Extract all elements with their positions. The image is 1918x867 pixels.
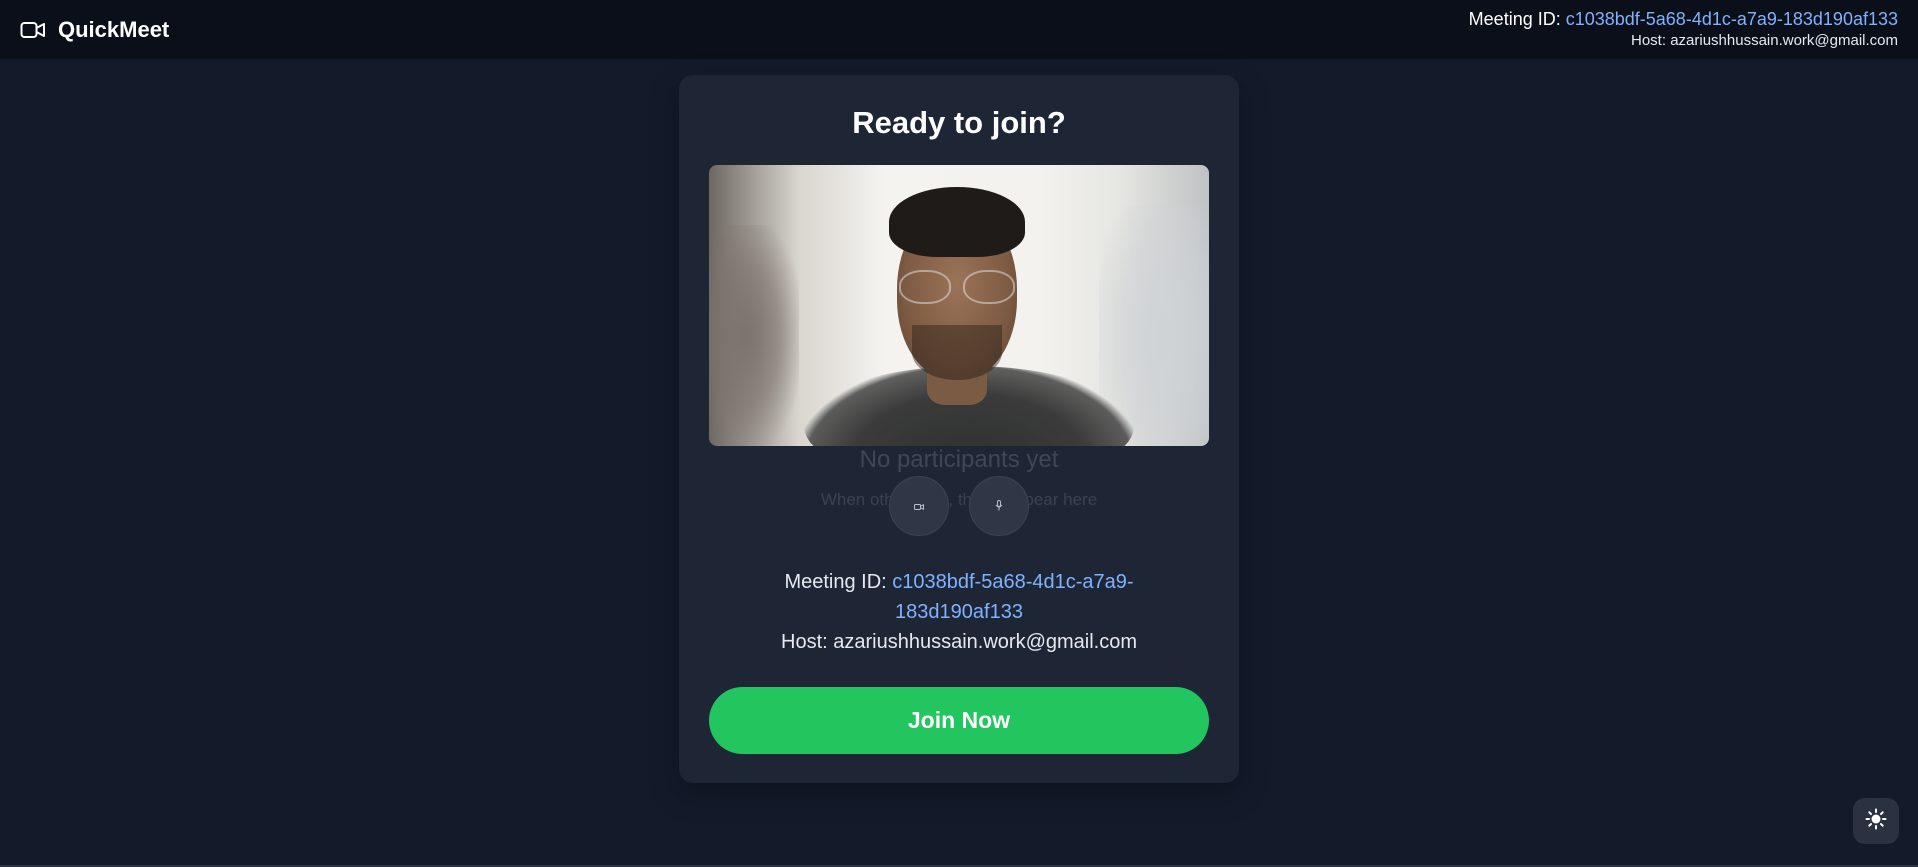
sun-icon <box>1865 808 1887 835</box>
card-title: Ready to join? <box>852 105 1066 140</box>
app-name: QuickMeet <box>58 16 170 42</box>
header-meeting-id-label: Meeting ID: <box>1468 9 1566 30</box>
join-now-button[interactable]: Join Now <box>709 687 1209 754</box>
camera-toggle-button[interactable] <box>889 476 949 536</box>
video-camera-icon <box>20 20 46 40</box>
microphone-icon <box>995 499 1003 514</box>
brand[interactable]: QuickMeet <box>20 17 169 43</box>
glasses <box>899 270 1015 304</box>
header-meeting-id-value: c1038bdf-5a68-4d1c-a7a9-183d190af133 <box>1565 9 1898 30</box>
theme-toggle-button[interactable] <box>1853 798 1899 844</box>
media-controls <box>679 476 1239 536</box>
header-host: Host: azariushhussain.work@gmail.com <box>1469 32 1898 50</box>
card-host-value: azariushhussain.work@gmail.com <box>833 631 1137 653</box>
top-bar: QuickMeet Meeting ID: c1038bdf-5a68-4d1c… <box>0 0 1918 59</box>
camera-icon <box>914 499 924 514</box>
empty-state-title: No participants yet <box>859 446 1059 473</box>
card-host-label: Host: <box>781 631 834 653</box>
meeting-info: Meeting ID: c1038bdf-5a68-4d1c-a7a9-183d… <box>679 567 1239 657</box>
card-meeting-id-label: Meeting ID: <box>784 571 893 593</box>
camera-preview <box>709 165 1209 446</box>
microphone-toggle-button[interactable] <box>969 476 1029 536</box>
card-host: Host: azariushhussain.work@gmail.com <box>679 627 1239 657</box>
header-host-value: azariushhussain.work@gmail.com <box>1670 31 1898 49</box>
header-host-label: Host: <box>1631 31 1671 49</box>
header-meeting-id: Meeting ID: c1038bdf-5a68-4d1c-a7a9-183d… <box>1469 9 1898 31</box>
meeting-meta: Meeting ID: c1038bdf-5a68-4d1c-a7a9-183d… <box>1469 9 1898 50</box>
card-meeting-id: Meeting ID: c1038bdf-5a68-4d1c-a7a9-183d… <box>759 567 1159 627</box>
card-meeting-id-value: c1038bdf-5a68-4d1c-a7a9-183d190af133 <box>892 571 1134 623</box>
join-card: Ready to join? No participants yet When … <box>679 75 1239 783</box>
